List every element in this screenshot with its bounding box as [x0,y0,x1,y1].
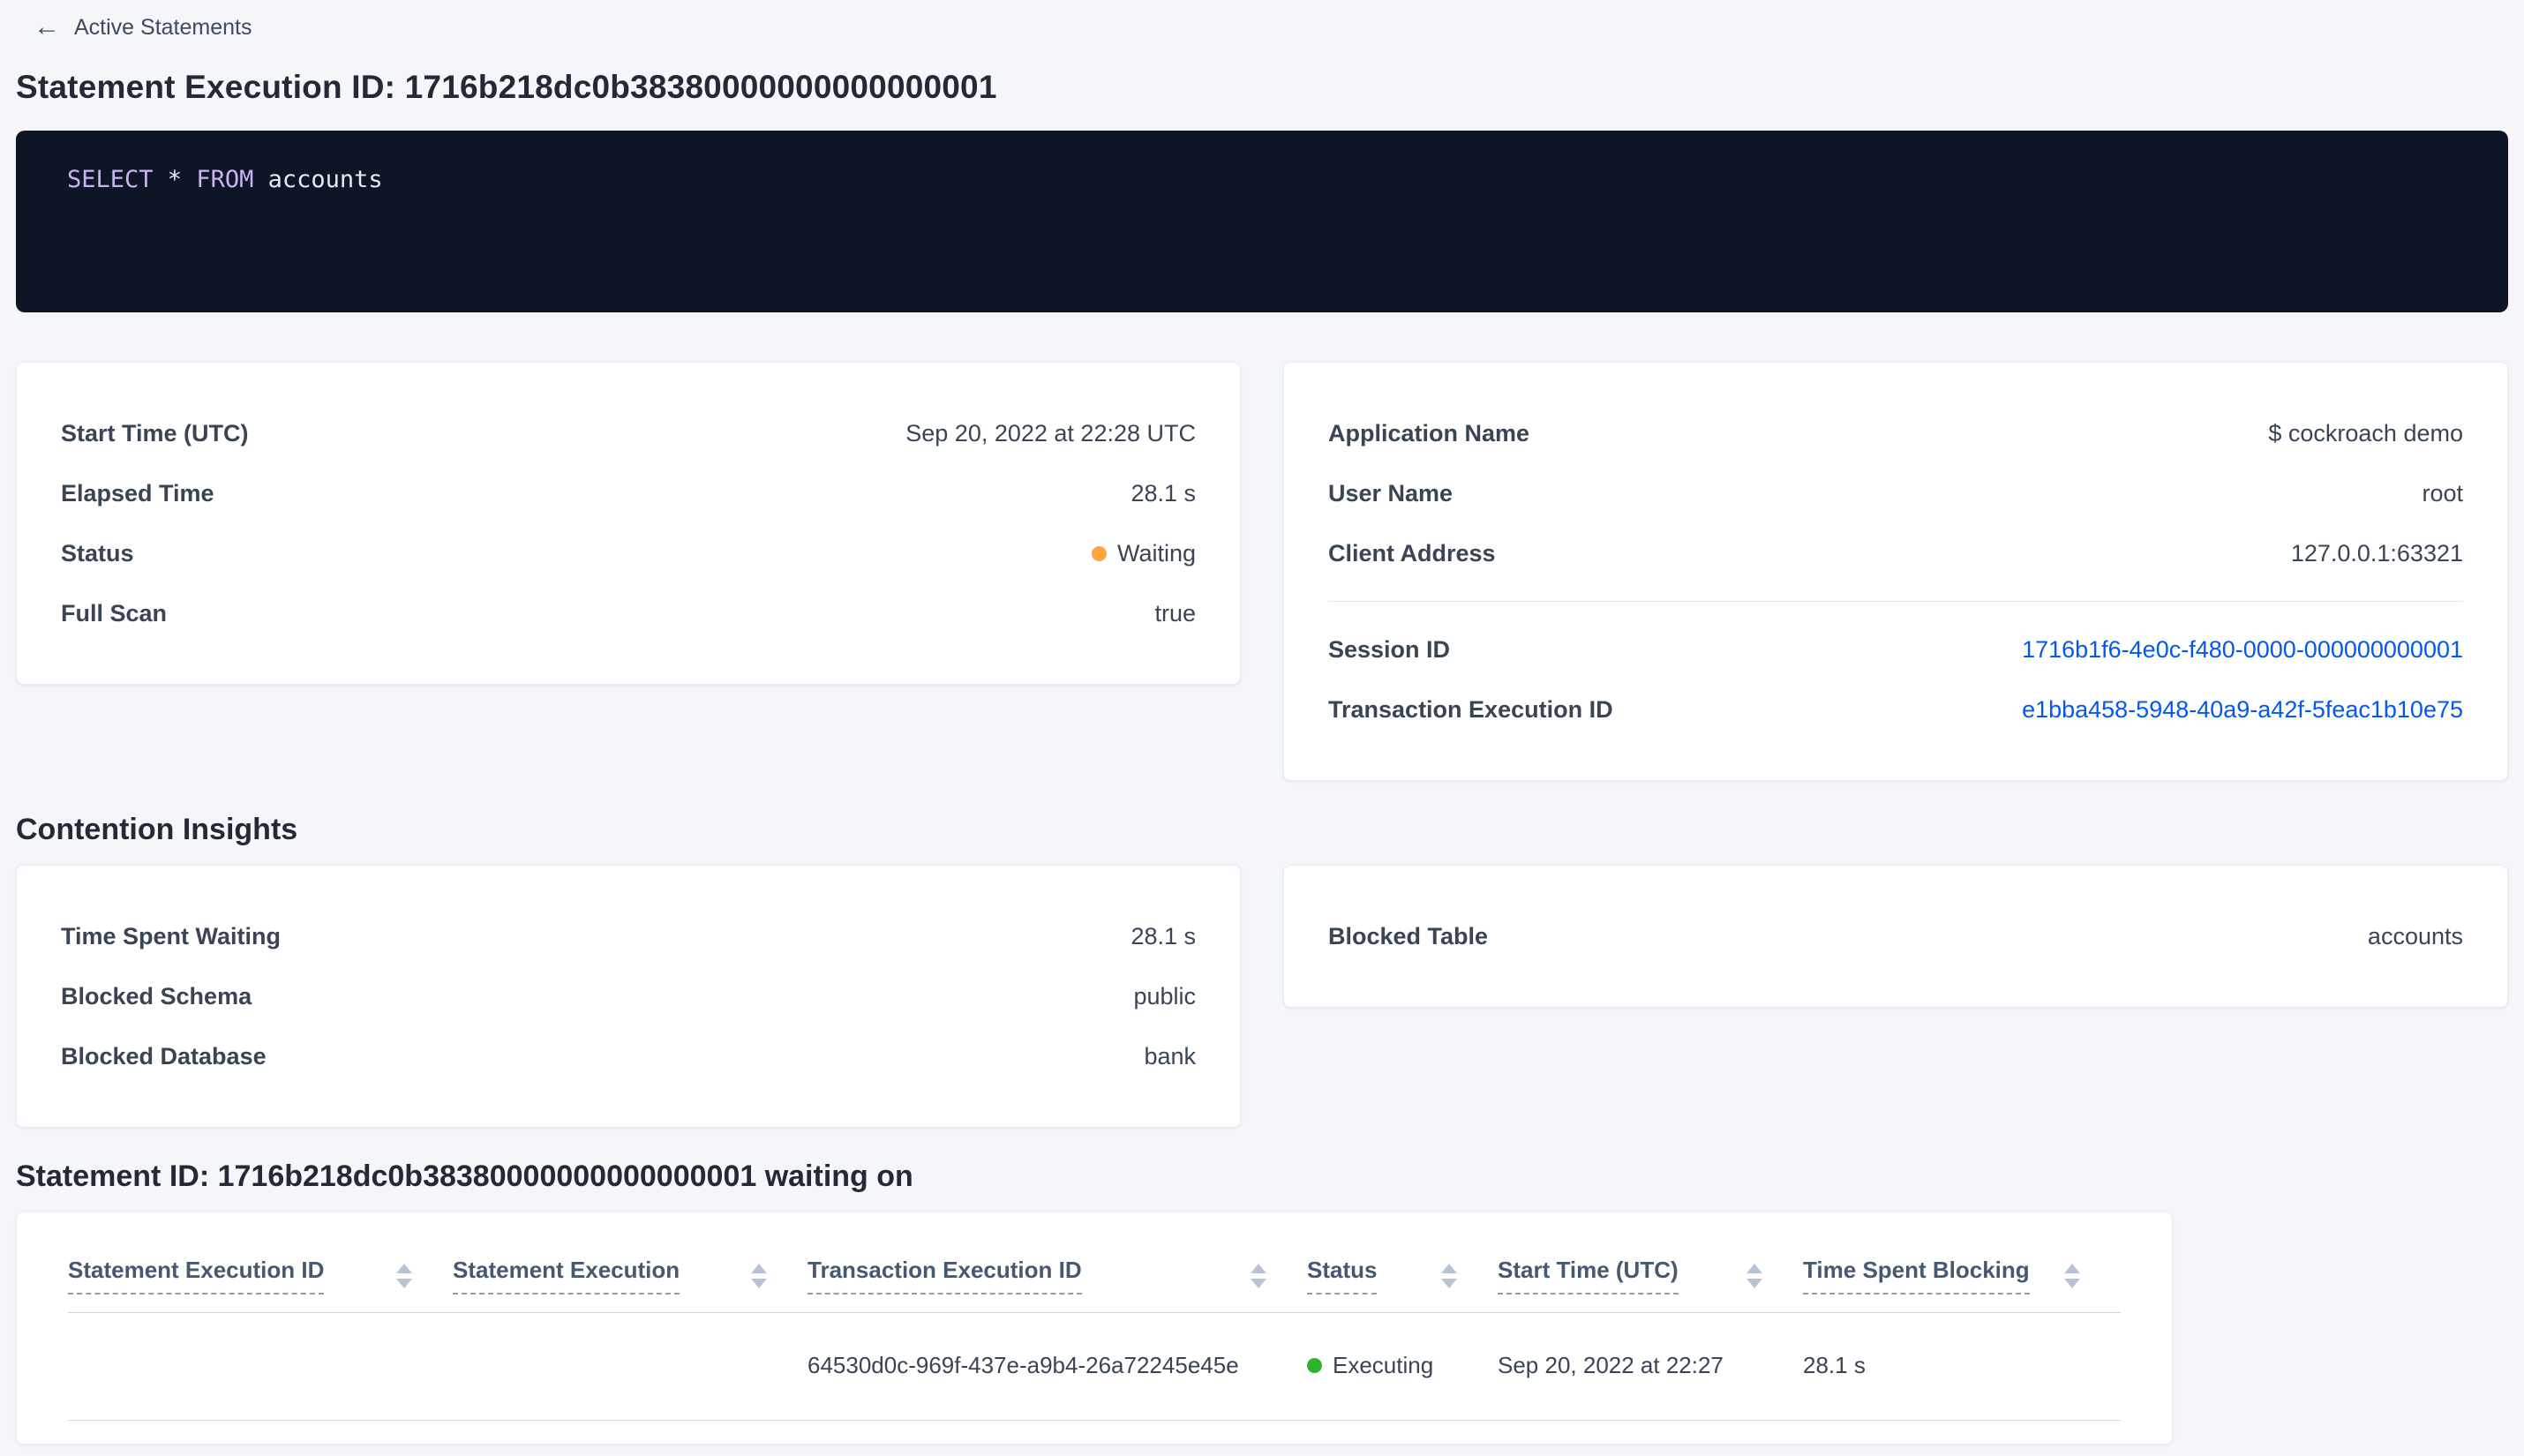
status-value: Waiting [1091,539,1196,567]
sort-icon[interactable] [1441,1263,1457,1288]
status-waiting-dot-icon [1091,545,1107,561]
contention-waiting-card: Time Spent Waiting 28.1 s Blocked Schema… [16,865,1241,1128]
blocked-schema-value: public [1133,982,1196,1009]
elapsed-time-value: 28.1 s [1131,479,1196,507]
sort-icon[interactable] [2064,1263,2080,1288]
card-divider [1328,601,2463,602]
waiting-on-table-card: Statement Execution ID Statement Executi… [16,1212,2173,1445]
overview-cards-row: Start Time (UTC) Sep 20, 2022 at 22:28 U… [16,362,2508,781]
contention-insights-heading: Contention Insights [16,813,298,846]
back-arrow-icon: ← [34,12,60,41]
waiting-on-heading: Statement ID: 1716b218dc0b38380000000000… [16,1160,913,1193]
transaction-execution-id-label: Transaction Execution ID [1328,695,1613,723]
sql-keyword-from: FROM [196,166,254,193]
session-id-link[interactable]: 1716b1f6-4e0c-f480-0000-000000000001 [2022,636,2463,664]
column-header-label: Status [1307,1257,1378,1295]
statement-execution-detail-page: ← Active Statements Statement Execution … [0,0,2524,1445]
blocked-database-value: bank [1144,1042,1196,1069]
table-header-row: Statement Execution ID Statement Executi… [68,1212,2121,1313]
blocked-table-row: Blocked Table accounts [1328,906,2463,966]
start-time-value: Sep 20, 2022 at 22:28 UTC [905,419,1196,447]
elapsed-time-row: Elapsed Time 28.1 s [61,463,1196,523]
execution-details-card: Start Time (UTC) Sep 20, 2022 at 22:28 U… [16,362,1241,685]
full-scan-row: Full Scan true [61,583,1196,643]
client-address-row: Client Address 127.0.0.1:63321 [1328,523,2463,583]
cell-start-time: Sep 20, 2022 at 22:27 [1498,1312,1803,1421]
status-row: Status Waiting [61,523,1196,583]
time-spent-waiting-value: 28.1 s [1131,922,1196,949]
session-id-label: Session ID [1328,635,1451,663]
user-name-row: User Name root [1328,463,2463,523]
blocked-schema-row: Blocked Schema public [61,966,1196,1026]
time-spent-waiting-row: Time Spent Waiting 28.1 s [61,906,1196,966]
sql-star: * [153,166,197,193]
contention-cards-row: Time Spent Waiting 28.1 s Blocked Schema… [16,865,2508,1128]
back-link-active-statements[interactable]: ← Active Statements [34,14,252,41]
column-header-label: Statement Execution [453,1257,680,1295]
full-scan-value: true [1154,599,1196,627]
column-header-time-spent-blocking[interactable]: Time Spent Blocking [1803,1212,2121,1313]
transaction-execution-id-link[interactable]: e1bba458-5948-40a9-a42f-5feac1b10e75 [2022,696,2463,724]
column-header-label: Time Spent Blocking [1803,1257,2030,1295]
status-executing-text: Executing [1333,1352,1434,1378]
cell-statement-execution-id [68,1312,453,1421]
client-address-label: Client Address [1328,539,1496,567]
cell-status: Executing [1307,1312,1498,1421]
user-name-label: User Name [1328,479,1454,507]
contention-blocked-table-card: Blocked Table accounts [1283,865,2508,1008]
application-name-row: Application Name $ cockroach demo [1328,403,2463,463]
column-header-label: Transaction Execution ID [808,1257,1082,1295]
sort-icon[interactable] [1251,1263,1266,1288]
session-details-card: Application Name $ cockroach demo User N… [1283,362,2508,781]
column-header-statement-execution-id[interactable]: Statement Execution ID [68,1212,453,1313]
cell-statement-execution [453,1312,808,1421]
application-name-label: Application Name [1328,419,1530,447]
session-id-row: Session ID 1716b1f6-4e0c-f480-0000-00000… [1328,619,2463,679]
start-time-label: Start Time (UTC) [61,419,249,447]
sort-icon[interactable] [1747,1263,1762,1288]
cell-transaction-execution-id: 64530d0c-969f-437e-a9b4-26a72245e45e [808,1312,1307,1421]
application-name-value: $ cockroach demo [2268,419,2463,447]
column-header-label: Statement Execution ID [68,1257,325,1295]
column-header-transaction-execution-id[interactable]: Transaction Execution ID [808,1212,1307,1313]
time-spent-waiting-label: Time Spent Waiting [61,922,282,949]
sql-table-name: accounts [253,166,383,193]
column-header-label: Start Time (UTC) [1498,1257,1679,1295]
blocked-table-value: accounts [2367,922,2463,949]
status-executing-dot-icon [1307,1358,1322,1373]
table-row: 64530d0c-969f-437e-a9b4-26a72245e45e Exe… [68,1312,2121,1421]
sort-icon[interactable] [396,1263,412,1288]
back-link-label: Active Statements [74,14,252,40]
sort-icon[interactable] [751,1263,767,1288]
user-name-value: root [2422,479,2463,507]
page-title: Statement Execution ID: 1716b218dc0b3838… [16,69,997,105]
status-label: Status [61,539,134,567]
status-waiting-text: Waiting [1116,539,1196,567]
full-scan-label: Full Scan [61,599,168,627]
waiting-on-table: Statement Execution ID Statement Executi… [68,1212,2121,1421]
elapsed-time-label: Elapsed Time [61,479,214,507]
transaction-execution-id-row: Transaction Execution ID e1bba458-5948-4… [1328,679,2463,739]
sql-statement-box: SELECT * FROM accounts [16,131,2508,312]
column-header-status[interactable]: Status [1307,1212,1498,1313]
cell-time-spent-blocking: 28.1 s [1803,1312,2121,1421]
blocked-database-label: Blocked Database [61,1042,267,1069]
column-header-start-time[interactable]: Start Time (UTC) [1498,1212,1803,1313]
sql-keyword-select: SELECT [67,166,154,193]
client-address-value: 127.0.0.1:63321 [2290,539,2463,567]
blocked-schema-label: Blocked Schema [61,982,252,1009]
blocked-table-label: Blocked Table [1328,922,1489,949]
start-time-row: Start Time (UTC) Sep 20, 2022 at 22:28 U… [61,403,1196,463]
column-header-statement-execution[interactable]: Statement Execution [453,1212,808,1313]
blocked-database-row: Blocked Database bank [61,1026,1196,1086]
